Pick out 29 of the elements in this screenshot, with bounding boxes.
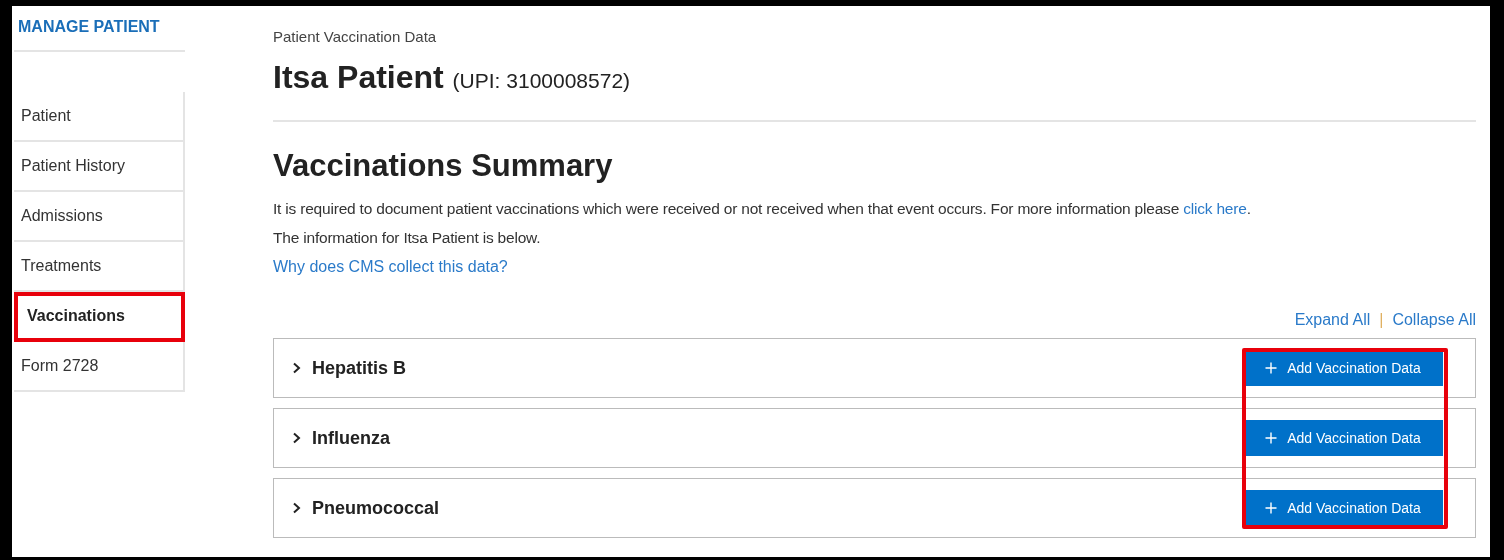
chevron-icon: [292, 502, 302, 514]
expand-all-link[interactable]: Expand All: [1294, 311, 1371, 329]
chevron-icon: [292, 432, 302, 444]
patient-name: Itsa Patient: [273, 59, 444, 95]
add-vaccination-button[interactable]: Add Vaccination Data: [1243, 420, 1443, 456]
accordion-toggle[interactable]: Hepatitis B: [274, 353, 407, 383]
plus-icon: [1265, 502, 1278, 514]
sidebar-item[interactable]: Admissions: [14, 192, 183, 242]
accordion-toggle[interactable]: Influenza: [274, 423, 390, 453]
plus-icon: [1265, 362, 1278, 374]
sidebar-item[interactable]: Form 2728: [14, 342, 183, 392]
plus-icon: [1265, 432, 1278, 444]
patient-upi: (UPI: 3100008572): [452, 69, 631, 92]
accordion-toggle[interactable]: Pneumococcal: [274, 493, 440, 523]
why-link[interactable]: Why does CMS collect this data?: [273, 252, 508, 281]
sidebar-title: MANAGE PATIENT: [14, 6, 185, 52]
intro-text: It is required to document patient vaccinations which were received or not received when that event occurs. For more information please click here. The information for Itsa Patient is below.: [273, 199, 1252, 248]
breadcrumb: Patient Vaccination Data: [273, 28, 438, 45]
separator: |: [1379, 311, 1384, 329]
add-vaccination-button[interactable]: Add Vaccination Data: [1243, 350, 1443, 386]
click-here-link[interactable]: click here: [1183, 200, 1247, 217]
sidebar-item[interactable]: Patient History: [14, 142, 183, 192]
sidebar-item[interactable]: Patient: [14, 92, 183, 142]
collapse-all-link[interactable]: Collapse All: [1392, 311, 1476, 329]
section-heading: Vaccinations Summary: [273, 148, 614, 184]
sidebar-item[interactable]: Vaccinations: [14, 292, 185, 342]
add-vaccination-button[interactable]: Add Vaccination Data: [1243, 490, 1443, 526]
sidebar-item[interactable]: Treatments: [14, 242, 183, 292]
chevron-icon: [292, 362, 302, 374]
